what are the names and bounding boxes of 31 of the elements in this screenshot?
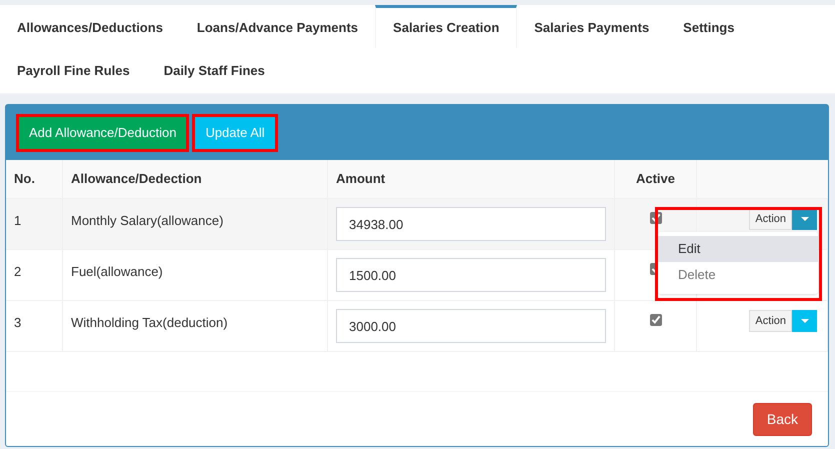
column-header: Amount — [328, 160, 615, 198]
table-cell: Fuel(allowance) — [71, 264, 163, 279]
tab[interactable]: Settings — [666, 5, 752, 48]
caret-icon — [800, 319, 808, 323]
action-button[interactable]: Action — [749, 208, 792, 230]
table-cell: 3 — [14, 315, 22, 330]
menu-item[interactable]: Delete — [658, 262, 818, 288]
table-cell: 2 — [14, 264, 22, 279]
amount-field[interactable]: 3000.00 — [336, 309, 606, 343]
tab[interactable]: Loans/Advance Payments — [180, 5, 376, 48]
table-cell: 1 — [14, 213, 22, 228]
checkbox[interactable] — [650, 212, 662, 224]
column-header: Active — [615, 160, 697, 198]
back-button[interactable]: Back — [752, 402, 812, 436]
tab[interactable]: Salaries Payments — [517, 5, 666, 48]
tab[interactable]: Salaries Creation — [375, 5, 518, 48]
table-cell: Monthly Salary(allowance) — [71, 213, 224, 228]
amount-field[interactable]: 1500.00 — [336, 258, 606, 292]
tab[interactable]: Daily Staff Fines — [146, 48, 282, 91]
caret-icon — [800, 217, 808, 221]
column-header: Allowance/Dedection — [63, 160, 328, 198]
dropdown-toggle[interactable] — [792, 310, 817, 332]
menu-item[interactable]: Edit — [658, 236, 818, 262]
checkbox[interactable] — [650, 314, 662, 326]
dropdown-toggle[interactable] — [792, 208, 817, 230]
action-button[interactable]: Action — [749, 310, 792, 332]
tab[interactable]: Allowances/Deductions — [0, 5, 180, 48]
column-header: No. — [6, 160, 63, 198]
table-cell: Withholding Tax(deduction) — [71, 315, 228, 330]
amount-field[interactable]: 34938.00 — [336, 207, 606, 241]
tab[interactable]: Payroll Fine Rules — [0, 48, 147, 91]
